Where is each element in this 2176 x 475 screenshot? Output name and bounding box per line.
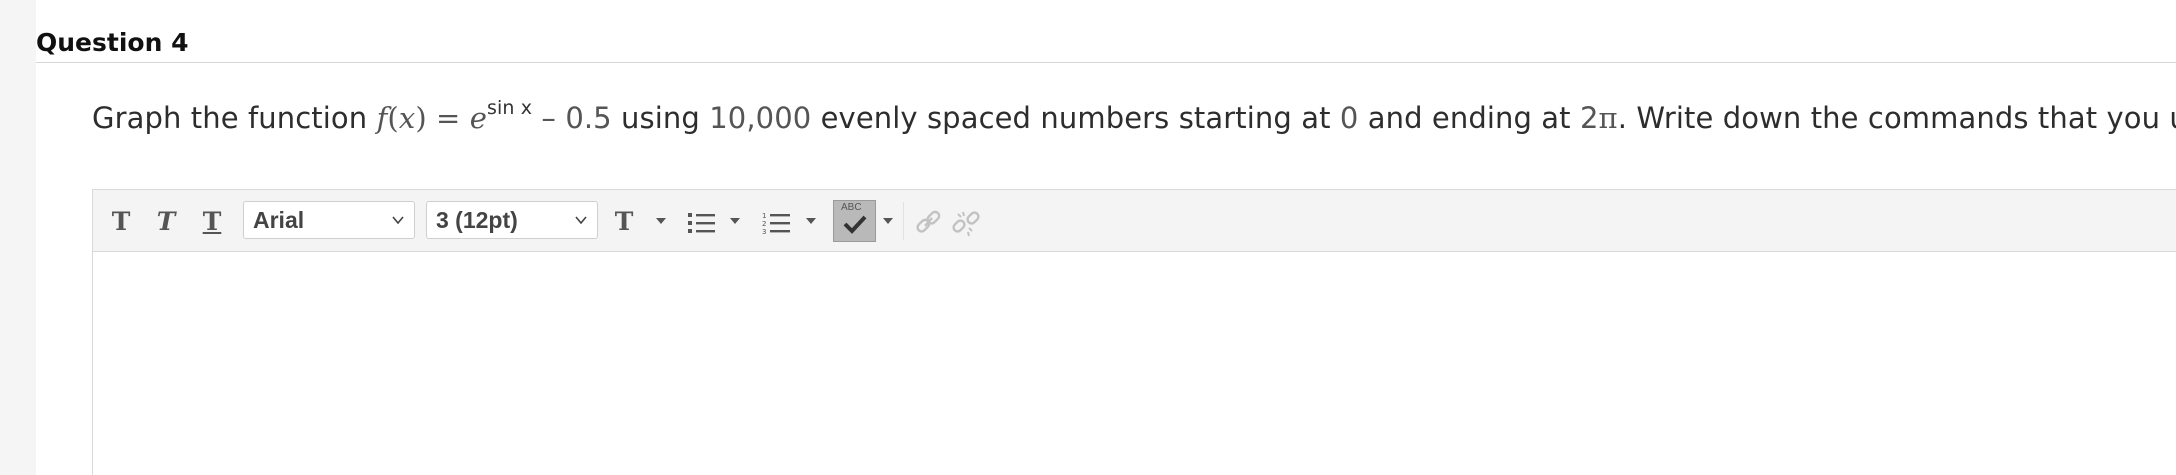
math-base-e: e (469, 101, 488, 135)
toolbar-separator (903, 202, 904, 240)
svg-text:1: 1 (762, 212, 766, 220)
numbered-list-icon[interactable]: 1 2 3 (762, 210, 792, 236)
bold-button[interactable]: T (105, 204, 137, 238)
spellcheck-label: ABC (841, 202, 862, 213)
editor-content-area[interactable] (93, 252, 2176, 475)
svg-text:2: 2 (762, 220, 766, 228)
math-equals: = (426, 101, 470, 135)
prompt-text-evenly: evenly spaced numbers starting at (811, 101, 1340, 135)
left-gutter (0, 0, 36, 475)
math-paren-close: ) (415, 101, 427, 135)
font-size-value: 3 (12pt) (436, 206, 518, 233)
math-minus: – (532, 101, 566, 135)
quiz-page: Question 4 Graph the function f(x) = esi… (0, 0, 2176, 475)
header-divider (36, 62, 2176, 63)
spellcheck-button[interactable]: ABC (833, 200, 876, 242)
math-constant: 0.5 (565, 101, 612, 135)
checkmark-icon (843, 215, 867, 234)
math-pi: π (1598, 101, 1618, 135)
math-end-number: 2 (1579, 101, 1599, 135)
math-variable: x (398, 101, 416, 135)
font-size-select[interactable]: 3 (12pt) (426, 201, 598, 239)
math-count: 10,000 (709, 101, 812, 135)
bullet-list-icon[interactable] (687, 210, 717, 236)
question-title: Question 4 (36, 28, 189, 57)
math-exponent: sin x (487, 97, 533, 119)
prompt-text-after: . Write down the commands that you used. (1617, 101, 2176, 135)
underline-button[interactable]: T (196, 204, 228, 238)
caret-down-icon[interactable] (806, 218, 816, 224)
unlink-icon[interactable] (949, 207, 983, 237)
italic-button[interactable]: T (150, 204, 182, 238)
prompt-text-using: using (611, 101, 710, 135)
caret-down-icon[interactable] (656, 218, 666, 224)
caret-down-icon[interactable] (883, 218, 893, 224)
question-prompt: Graph the function f(x) = esin x – 0.5 u… (92, 97, 2176, 135)
prompt-text-ending: and ending at (1358, 101, 1580, 135)
prompt-text-intro: Graph the function (92, 101, 377, 135)
link-icon[interactable] (911, 207, 945, 237)
svg-text:3: 3 (762, 228, 766, 236)
font-family-select[interactable]: Arial (243, 201, 415, 239)
font-family-value: Arial (253, 206, 305, 233)
chevron-down-icon (575, 216, 587, 225)
chevron-down-icon (392, 216, 404, 225)
editor-toolbar: T T T Arial 3 (12pt) T 1 2 3 ABC (93, 190, 2176, 252)
text-color-button[interactable]: T (608, 204, 640, 238)
rich-text-editor: T T T Arial 3 (12pt) T 1 2 3 ABC (92, 189, 2176, 475)
math-start-value: 0 (1339, 101, 1359, 135)
math-paren-open: ( (387, 101, 399, 135)
caret-down-icon[interactable] (730, 218, 740, 224)
math-function-name: f (376, 101, 388, 135)
